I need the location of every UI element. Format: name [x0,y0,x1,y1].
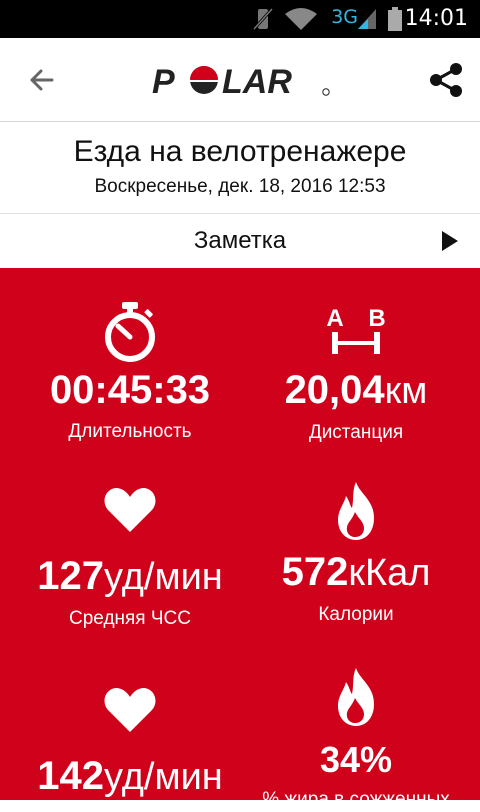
wifi-icon [285,8,317,30]
svg-text:P: P [152,63,175,98]
flame-icon [338,668,374,726]
app-bar: P LAR [0,38,480,122]
signal-icon [358,9,376,29]
icon-letter-b: B [368,305,385,332]
stopwatch-icon [105,302,155,362]
stat-calories: 572кКал Калории [236,480,476,627]
stat-calories-label: Калории [318,604,394,625]
flame-icon [338,482,374,540]
mute-vibrate-icon [252,7,274,31]
stat-fat-burn-label: % жира в сожженных [262,789,450,810]
stat-average-heart-rate: 127уд/мин Средняя ЧСС [10,486,250,631]
workout-datetime: Воскресенье, дек. 18, 2016 12:53 [94,176,386,197]
clock: 14:01 [404,6,468,31]
heart-icon [104,688,156,732]
stats-panel: 00:45:33 Длительность A B 20,04км Дистан… [0,268,480,810]
status-bar: 3G 14:01 [0,0,480,38]
stat-duration-label: Длительность [68,421,192,442]
heart-icon [104,488,156,532]
distance-ab-icon: A B [326,305,386,354]
share-icon[interactable] [426,60,466,100]
icon-letter-a: A [326,305,343,332]
back-arrow-icon[interactable] [24,62,60,98]
polar-logo: P LAR [152,63,330,98]
workout-title: Езда на велотренажере [73,135,407,168]
note-label: Заметка [193,227,287,254]
stat-distance-unit: км [384,370,428,412]
stat-fat-burn: 34% % жира в сожженных [236,666,476,812]
stat-max-hr-value: 142 [37,754,104,798]
stat-max-heart-rate: 142уд/мин [10,686,250,799]
stat-distance-value: 20,04 [284,368,385,412]
stat-avg-hr-value: 127 [37,554,104,598]
stat-avg-hr-label: Средняя ЧСС [69,608,191,629]
stat-duration: 00:45:33 Длительность [10,300,250,444]
play-arrow-icon [442,231,458,251]
note-row[interactable]: Заметка [0,214,480,268]
stat-fat-burn-value: 34% [319,739,393,780]
stat-duration-value: 00:45:33 [49,368,211,412]
stat-distance: A B 20,04км Дистанция [236,300,476,445]
stat-calories-value: 572 [281,550,349,594]
stat-avg-hr-unit: уд/мин [103,556,223,598]
stat-calories-unit: кКал [348,552,431,594]
stat-distance-label: Дистанция [308,422,404,443]
network-type: 3G [331,6,358,28]
svg-text:LAR: LAR [222,63,292,98]
workout-header: Езда на велотренажере Воскресенье, дек. … [0,122,480,214]
stat-max-hr-unit: уд/мин [103,756,223,798]
battery-icon [388,7,402,31]
